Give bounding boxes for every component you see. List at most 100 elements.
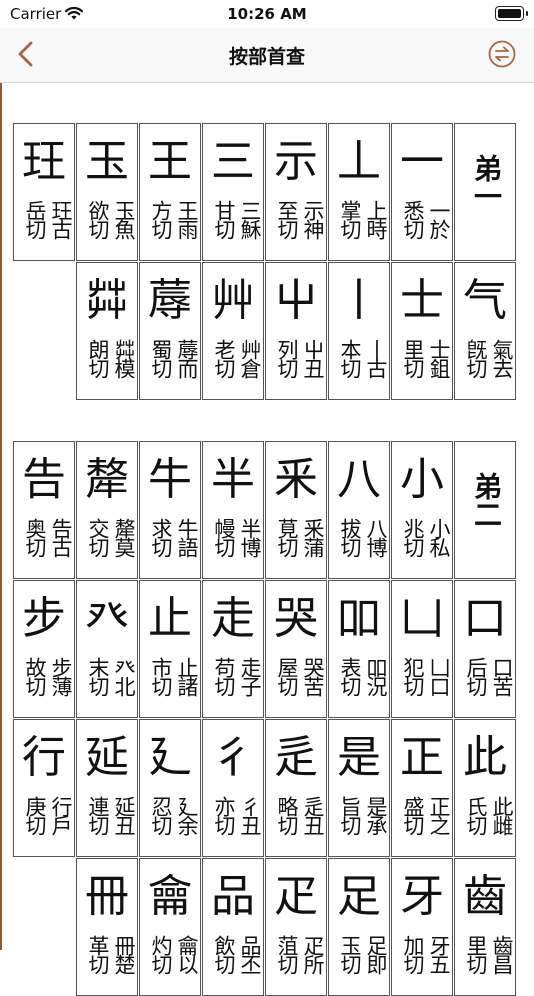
radical-annotation-right: 小私 <box>427 518 451 556</box>
radical-annotation-right: 牙五 <box>427 935 451 973</box>
radical-annotation-right: 犛莫 <box>112 518 136 556</box>
radical-cell[interactable]: 犛犛莫 交切 <box>76 441 138 579</box>
radical-cell[interactable]: 茻茻模 朗切 <box>76 262 138 400</box>
radical-annotation-right: 艸倉 <box>238 339 262 377</box>
radical-annotation-right: 品丕 <box>238 935 262 973</box>
radical-annotation-right: 辵丑 <box>301 796 325 834</box>
radical-cell[interactable]: 延延丑 連切 <box>76 719 138 857</box>
radical-cell[interactable]: 此此雌 氏切 <box>454 719 516 857</box>
radical-annotation-left: 交切 <box>86 518 110 556</box>
radical-cell[interactable]: 彳彳丑 亦切 <box>202 719 264 857</box>
radical-annotation-right: 屮丑 <box>301 339 325 377</box>
radical-glyph: 牛 <box>148 454 192 505</box>
radical-annotation-left: 犯切 <box>401 657 425 695</box>
radical-glyph: 止 <box>148 593 192 644</box>
radical-annotation-left: 里切 <box>464 935 488 973</box>
radical-cell[interactable]: 辵辵丑 略切 <box>265 719 327 857</box>
radical-annotation-right: 告古 <box>49 518 73 556</box>
radical-cell[interactable]: 丨丨古 本切 <box>328 262 390 400</box>
radical-cell[interactable]: 牛牛語 求切 <box>139 441 201 579</box>
radical-annotation-left: 菹切 <box>275 935 299 973</box>
radical-annotation-left: 氏切 <box>464 796 488 834</box>
radical-cell[interactable]: 口口苦 后切 <box>454 580 516 718</box>
radical-glyph: 廴 <box>148 732 192 783</box>
radical-annotation-right: 此雌 <box>490 796 514 834</box>
radical-annotation-left: 欲切 <box>86 200 110 238</box>
radical-glyph: 犛 <box>85 454 129 505</box>
radical-cell[interactable]: 是是承 旨切 <box>328 719 390 857</box>
radical-annotation-left: 列切 <box>275 339 299 377</box>
radical-annotation-right: 蓐而 <box>175 339 199 377</box>
radical-cell[interactable]: 一一於 悉切 <box>391 123 453 261</box>
radical-annotation-right: 廴余 <box>175 796 199 834</box>
radical-cell[interactable]: 气氣去 旣切 <box>454 262 516 400</box>
radical-annotation-left: 亦切 <box>212 796 236 834</box>
radical-cell[interactable]: 走走子 苟切 <box>202 580 264 718</box>
status-time: 10:26 AM <box>227 5 307 23</box>
radical-cell[interactable]: 玨玨古 岳切 <box>13 123 75 261</box>
battery-icon <box>495 6 528 21</box>
radical-annotation-left: 灼切 <box>149 935 173 973</box>
radical-cell[interactable]: 凵凵口 犯切 <box>391 580 453 718</box>
radical-glyph: 丄 <box>337 136 381 187</box>
radical-glyph: 疋 <box>274 871 318 922</box>
radical-cell[interactable]: 正正之 盛切 <box>391 719 453 857</box>
swap-arrows-icon[interactable] <box>488 40 516 68</box>
radical-cell[interactable]: 廴廴余 忍切 <box>139 719 201 857</box>
radical-cell[interactable]: 八八博 拔切 <box>328 441 390 579</box>
radical-chart-scroll-area[interactable]: 弟一一一於 悉切丄上時 掌切示示神 至切三三穌 甘切王王雨 方切玉玉魚 欲切玨玨古 岳切气氣去… <box>0 83 534 996</box>
section-label-text: 弟二 <box>470 472 503 528</box>
radical-cell[interactable]: 癶癶北 末切 <box>76 580 138 718</box>
radical-glyph: 蓐 <box>148 275 192 326</box>
radical-annotation-left: 末切 <box>86 657 110 695</box>
section-label-text: 弟一 <box>470 154 503 210</box>
radical-cell[interactable]: 三三穌 甘切 <box>202 123 264 261</box>
radical-cell[interactable]: 吅吅況 表切 <box>328 580 390 718</box>
radical-cell[interactable]: 冊冊楚 革切 <box>76 858 138 996</box>
radical-annotation-left: 飲切 <box>212 935 236 973</box>
radical-cell[interactable]: 止止諸 市切 <box>139 580 201 718</box>
radical-glyph: 牙 <box>400 871 444 922</box>
radical-cell[interactable]: 示示神 至切 <box>265 123 327 261</box>
radical-annotation-left: 老切 <box>212 339 236 377</box>
radical-cell[interactable]: 屮屮丑 列切 <box>265 262 327 400</box>
radical-cell[interactable]: 釆釆蒲 莧切 <box>265 441 327 579</box>
radical-glyph: 凵 <box>400 593 444 644</box>
radical-glyph: 此 <box>463 732 507 783</box>
radical-glyph: 告 <box>22 454 66 505</box>
radical-cell[interactable]: 艸艸倉 老切 <box>202 262 264 400</box>
radical-glyph: 足 <box>337 871 381 922</box>
radical-glyph: 小 <box>400 454 444 505</box>
radical-glyph: 走 <box>211 593 255 644</box>
radical-cell[interactable]: 齒齒昌 里切 <box>454 858 516 996</box>
radical-annotation-left: 岳切 <box>23 200 47 238</box>
radical-cell[interactable]: 牙牙五 加切 <box>391 858 453 996</box>
radical-cell[interactable]: 玉玉魚 欲切 <box>76 123 138 261</box>
radical-annotation-left: 表切 <box>338 657 362 695</box>
radical-cell[interactable]: 蓐蓐而 蜀切 <box>139 262 201 400</box>
radical-cell[interactable]: 疋疋所 菹切 <box>265 858 327 996</box>
radical-cell[interactable]: 哭哭苦 屋切 <box>265 580 327 718</box>
radical-cell[interactable]: 丄上時 掌切 <box>328 123 390 261</box>
radical-cell[interactable]: 品品丕 飲切 <box>202 858 264 996</box>
radical-glyph: 半 <box>211 454 255 505</box>
radical-cell[interactable]: 士士鉏 里切 <box>391 262 453 400</box>
radical-glyph: 气 <box>463 275 507 326</box>
radical-annotation-right: 齒昌 <box>490 935 514 973</box>
section-label-cell: 弟二 <box>454 441 516 579</box>
radical-cell[interactable]: 行行戶 庚切 <box>13 719 75 857</box>
radical-annotation-left: 連切 <box>86 796 110 834</box>
radical-cell[interactable]: 步步薄 故切 <box>13 580 75 718</box>
radical-cell[interactable]: 半半博 幔切 <box>202 441 264 579</box>
radical-cell[interactable]: 告告古 奥切 <box>13 441 75 579</box>
page-edge <box>0 83 2 950</box>
radical-glyph: 屮 <box>274 275 318 326</box>
radical-annotation-left: 略切 <box>275 796 299 834</box>
radical-cell[interactable]: 龠龠以 灼切 <box>139 858 201 996</box>
section-label: 弟一 <box>455 154 517 254</box>
radical-cell[interactable]: 小小私 兆切 <box>391 441 453 579</box>
radical-cell[interactable]: 王王雨 方切 <box>139 123 201 261</box>
radical-glyph: 示 <box>274 136 318 187</box>
radical-cell[interactable]: 足足即 玉切 <box>328 858 390 996</box>
radical-annotation-right: 是承 <box>364 796 388 834</box>
